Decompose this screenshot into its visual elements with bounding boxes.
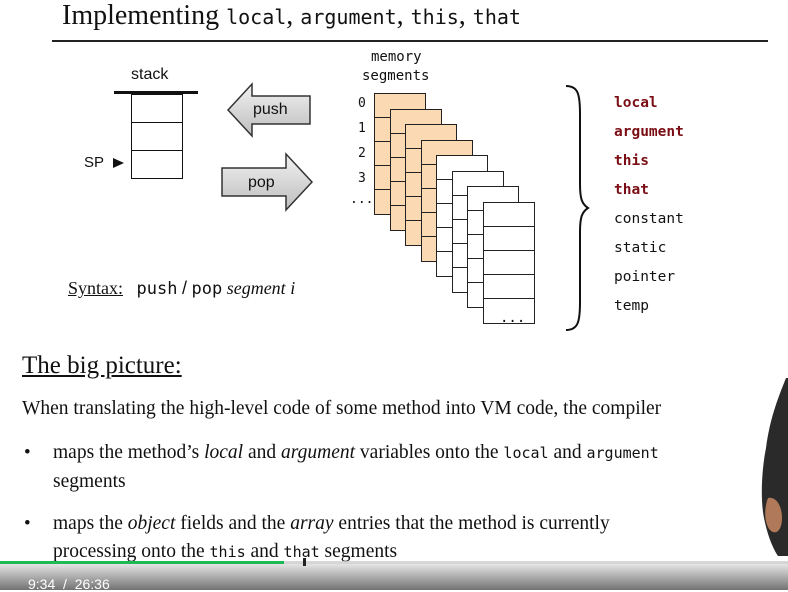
stack-cell (131, 94, 183, 123)
title-code-that: that (472, 5, 521, 29)
video-progress-fill (0, 561, 284, 564)
code-run: that (283, 543, 320, 561)
text-run: array (290, 513, 334, 534)
segment-name: local (614, 95, 658, 111)
segment-name: this (614, 153, 649, 169)
bullet-1-line-1: maps the method’s local and argument var… (53, 442, 659, 464)
push-label: push (253, 101, 288, 118)
bullet-marker: • (24, 442, 31, 463)
bullet-2-line-1: maps the object fields and the array ent… (53, 513, 610, 535)
segment-name: that (614, 182, 649, 198)
text-run: variables onto the (355, 442, 504, 463)
memory-cell (483, 275, 534, 299)
text-run: and (243, 442, 282, 463)
text-run: and (245, 541, 284, 562)
last-card-ellipsis: ... (500, 310, 526, 326)
stack-cell (131, 122, 183, 151)
bullet-marker: • (24, 513, 31, 534)
memory-segment-card (482, 201, 535, 324)
text-run: maps the (53, 513, 128, 534)
memory-cell (483, 227, 534, 251)
presenter-figure (761, 378, 788, 556)
text-run: segments (319, 541, 398, 562)
title-sep: , (286, 0, 301, 31)
syntax-segment: segment (226, 278, 286, 298)
text-run: local (204, 442, 244, 463)
bullet-2-line-2: processing onto the this and that segmen… (53, 541, 397, 563)
title-sep: , (396, 0, 411, 31)
memory-cell (483, 251, 534, 275)
title-code-this: this (410, 5, 459, 29)
memory-cell (483, 203, 534, 227)
memory-segments-label: segments (362, 68, 430, 84)
text-run: processing onto the (53, 541, 210, 562)
syntax-pop: pop (191, 279, 223, 299)
section-heading: The big picture: (22, 352, 182, 379)
title-code-argument: argument (300, 5, 397, 29)
stack-cell (131, 150, 183, 179)
text-run: entries that the method is currently (333, 513, 610, 534)
segment-name: argument (614, 124, 684, 140)
syntax-label: Syntax: (68, 278, 124, 298)
bullet-1-line-2: segments (53, 471, 126, 492)
text-run: maps the method’s (53, 442, 205, 463)
segment-name: pointer (614, 269, 676, 285)
segments-brace (565, 85, 590, 331)
segment-index: ... (350, 192, 374, 207)
syntax-slash: / (181, 278, 187, 298)
text-run: argument (281, 442, 356, 463)
text-run: object (127, 513, 176, 534)
segment-index: 0 (358, 96, 366, 111)
slide-title: Implementing local, argument, this, that (62, 0, 521, 32)
title-code-local: local (226, 5, 287, 29)
memory-segments-label: memory (371, 49, 422, 65)
video-progress-marker[interactable] (303, 558, 307, 566)
intro-paragraph: When translating the high-level code of … (22, 398, 662, 419)
syntax-index: i (290, 278, 296, 298)
syntax-line: Syntax: push / pop segment i (68, 278, 295, 299)
code-run: local (503, 444, 549, 462)
segment-name: constant (614, 211, 684, 227)
text-run: fields and the (175, 513, 291, 534)
syntax-push: push (136, 279, 178, 299)
code-run: this (209, 543, 246, 561)
video-controls-bar (0, 561, 788, 590)
sp-pointer-icon (113, 158, 124, 168)
segment-name: temp (614, 298, 649, 314)
title-rule (52, 40, 768, 42)
title-text: Implementing (62, 0, 220, 31)
sp-label: SP (84, 154, 105, 171)
segment-index: 2 (358, 146, 366, 161)
segment-index: 3 (358, 171, 366, 186)
pop-label: pop (248, 174, 275, 191)
segment-index: 1 (358, 121, 366, 136)
text-run: and (548, 442, 587, 463)
title-sep: , (458, 0, 473, 31)
stack-label: stack (131, 66, 169, 83)
segment-name: static (614, 240, 667, 256)
code-run: argument (586, 444, 659, 462)
